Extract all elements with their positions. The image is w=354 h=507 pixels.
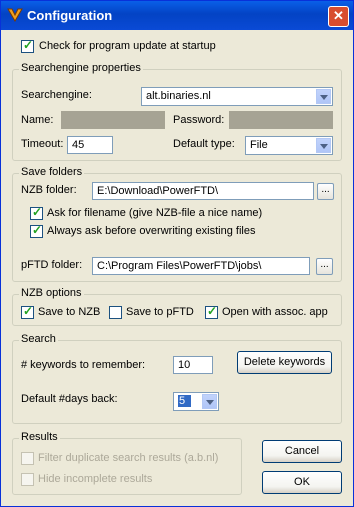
- keywords-label: # keywords to remember:: [21, 359, 146, 371]
- close-icon: ✕: [333, 8, 344, 23]
- chevron-down-icon[interactable]: [316, 138, 331, 153]
- searchengine-value: alt.binaries.nl: [146, 90, 211, 102]
- save-nzb-checkbox[interactable]: [21, 304, 34, 319]
- pftd-folder-field[interactable]: C:\Program Files\PowerFTD\jobs\: [92, 257, 310, 275]
- default-type-value: File: [250, 139, 268, 151]
- ask-overwrite-label: Always ask before overwriting existing f…: [47, 225, 256, 237]
- results-group: Results: [12, 431, 242, 495]
- save-folders-group-title: Save folders: [19, 166, 85, 178]
- hide-incomplete-label: Hide incomplete results: [38, 473, 153, 485]
- name-field[interactable]: [61, 111, 165, 129]
- searchengine-label: Searchengine:: [21, 89, 92, 101]
- name-label: Name:: [21, 114, 54, 126]
- delete-keywords-button[interactable]: Delete keywords: [237, 351, 332, 374]
- save-nzb-label: Save to NZB: [38, 306, 101, 318]
- ok-button-label: OK: [294, 476, 310, 488]
- password-label: Password:: [173, 114, 225, 126]
- results-group-title: Results: [19, 431, 60, 443]
- pftd-folder-label: pFTD folder:: [21, 259, 83, 271]
- filter-dup-label: Filter duplicate search results (a.b.nl): [38, 452, 219, 464]
- app-icon: [7, 8, 23, 22]
- ask-filename-checkbox[interactable]: [30, 205, 43, 220]
- open-assoc-checkbox[interactable]: [205, 304, 218, 319]
- cancel-button-label: Cancel: [284, 445, 320, 457]
- configuration-window: Configuration ✕ Check for program update…: [0, 0, 354, 507]
- search-group-title: Search: [19, 333, 58, 345]
- chevron-down-icon[interactable]: [202, 394, 217, 409]
- open-assoc-label: Open with assoc. app: [222, 306, 328, 318]
- nzb-folder-browse-button[interactable]: ...: [317, 183, 334, 200]
- ok-button[interactable]: OK: [262, 471, 342, 494]
- default-type-select[interactable]: File: [245, 136, 333, 155]
- chevron-down-icon[interactable]: [316, 89, 331, 104]
- searchengine-select[interactable]: alt.binaries.nl: [141, 87, 333, 106]
- days-back-label: Default #days back:: [21, 393, 118, 405]
- filter-dup-checkbox[interactable]: [21, 452, 34, 465]
- searchengine-group-title: Searchengine properties: [19, 62, 143, 74]
- update-check-checkbox[interactable]: [21, 38, 34, 53]
- title-bar[interactable]: Configuration ✕: [1, 1, 353, 30]
- ask-filename-label: Ask for filename (give NZB-file a nice n…: [47, 207, 263, 219]
- nzb-folder-label: NZB folder:: [21, 184, 77, 196]
- timeout-field[interactable]: 45: [67, 136, 113, 154]
- days-back-select[interactable]: 5: [173, 392, 219, 411]
- delete-keywords-label: Delete keywords: [243, 356, 326, 368]
- pftd-folder-browse-button[interactable]: ...: [316, 258, 333, 275]
- hide-incomplete-checkbox[interactable]: [21, 473, 34, 486]
- close-button[interactable]: ✕: [328, 6, 349, 27]
- days-back-value: 5: [178, 395, 192, 407]
- password-field[interactable]: [229, 111, 333, 129]
- save-pftd-checkbox[interactable]: [109, 306, 122, 319]
- timeout-label: Timeout:: [21, 138, 64, 150]
- default-type-label: Default type:: [173, 138, 235, 150]
- keywords-field[interactable]: 10: [173, 356, 213, 374]
- ask-overwrite-checkbox[interactable]: [30, 223, 43, 238]
- nzb-folder-field[interactable]: E:\Download\PowerFTD\: [92, 182, 314, 200]
- window-title: Configuration: [27, 8, 113, 23]
- update-check-label: Check for program update at startup: [39, 40, 216, 52]
- save-pftd-label: Save to pFTD: [126, 306, 194, 318]
- cancel-button[interactable]: Cancel: [262, 440, 342, 463]
- nzb-options-group-title: NZB options: [19, 287, 84, 299]
